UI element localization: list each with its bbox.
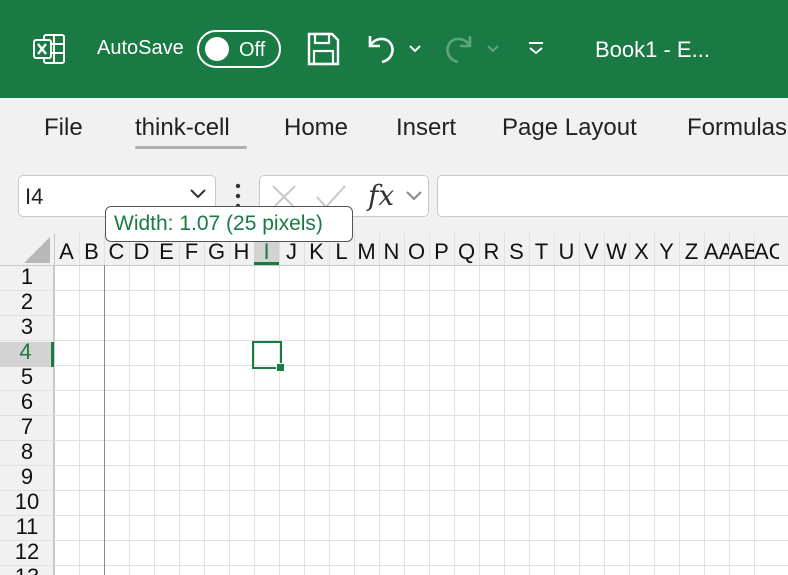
row-header-7[interactable]: 7 [0,417,54,442]
row-header-6[interactable]: 6 [0,392,54,417]
column-header-o[interactable]: O [404,233,429,265]
row-header-9[interactable]: 9 [0,467,54,492]
column-header-y[interactable]: Y [654,233,679,265]
column-header-aa[interactable]: AA [704,233,729,265]
row-header-8[interactable]: 8 [0,442,54,467]
tab-think-cell[interactable]: think-cell [135,114,230,142]
document-title[interactable]: Book1 - E... [595,37,710,63]
fx-chevron-down-icon[interactable] [405,190,423,202]
row-header-11[interactable]: 11 [0,517,54,542]
column-header-ac[interactable]: AC [754,233,779,265]
autosave-label: AutoSave [97,37,184,59]
formula-input[interactable] [437,175,788,217]
column-header-u[interactable]: U [554,233,579,265]
row-header-1[interactable]: 1 [0,267,54,292]
column-header-s[interactable]: S [504,233,529,265]
column-header-v[interactable]: V [579,233,604,265]
column-header-x[interactable]: X [629,233,654,265]
redo-dropdown-chevron-icon[interactable] [486,44,500,54]
column-header-n[interactable]: N [379,233,404,265]
column-header-z[interactable]: Z [679,233,704,265]
row-header-5[interactable]: 5 [0,367,54,392]
column-header-p[interactable]: P [429,233,454,265]
save-icon[interactable] [305,30,341,68]
fill-handle[interactable] [276,363,285,372]
insert-function-fx-icon[interactable]: fx [368,179,394,212]
column-header-w[interactable]: W [604,233,629,265]
tab-insert[interactable]: Insert [396,114,456,142]
select-all-triangle-icon [24,237,50,263]
selected-tab-indicator [135,146,247,149]
spreadsheet-grid[interactable]: A B C D E F G H I J K L M N O P Q R S T U V W X Y Z AA AB AC 1234567… [0,233,788,575]
ribbon-tabs: File think-cell Home Insert Page Layout … [0,98,788,158]
row-header-13[interactable]: 13 [0,567,54,575]
column-header-t[interactable]: T [529,233,554,265]
column-header-b[interactable]: B [79,233,104,265]
undo-icon[interactable] [362,30,398,68]
customize-quick-access-icon[interactable] [526,40,546,56]
row-header-10[interactable]: 10 [0,492,54,517]
name-box-chevron-down-icon[interactable] [189,188,207,200]
column-header-ab[interactable]: AB [729,233,754,265]
column-header-a[interactable]: A [54,233,79,265]
column-width-tooltip: Width: 1.07 (25 pixels) [105,206,353,242]
name-box-value: I4 [25,184,44,209]
undo-dropdown-chevron-icon[interactable] [408,44,422,54]
title-bar: AutoSave Off Book1 - E... [0,0,788,98]
select-all-corner[interactable] [0,233,54,265]
active-cell-selection[interactable] [252,341,285,372]
toggle-knob [205,37,229,61]
row-header-4[interactable]: 4 [0,342,54,367]
tab-file[interactable]: File [44,114,83,142]
tab-formulas[interactable]: Formulas [687,114,787,142]
column-header-m[interactable]: M [354,233,379,265]
row-header-3[interactable]: 3 [0,317,54,342]
row-header-12[interactable]: 12 [0,542,54,567]
tab-page-layout[interactable]: Page Layout [502,114,637,142]
tab-home[interactable]: Home [284,114,348,142]
grid-lines [0,233,788,575]
column-header-q[interactable]: Q [454,233,479,265]
redo-icon[interactable] [442,30,478,68]
toggle-state-label: Off [239,39,266,61]
row-header-2[interactable]: 2 [0,292,54,317]
excel-logo-icon[interactable] [33,33,65,65]
autosave-toggle[interactable]: Off [197,30,281,68]
column-header-r[interactable]: R [479,233,504,265]
